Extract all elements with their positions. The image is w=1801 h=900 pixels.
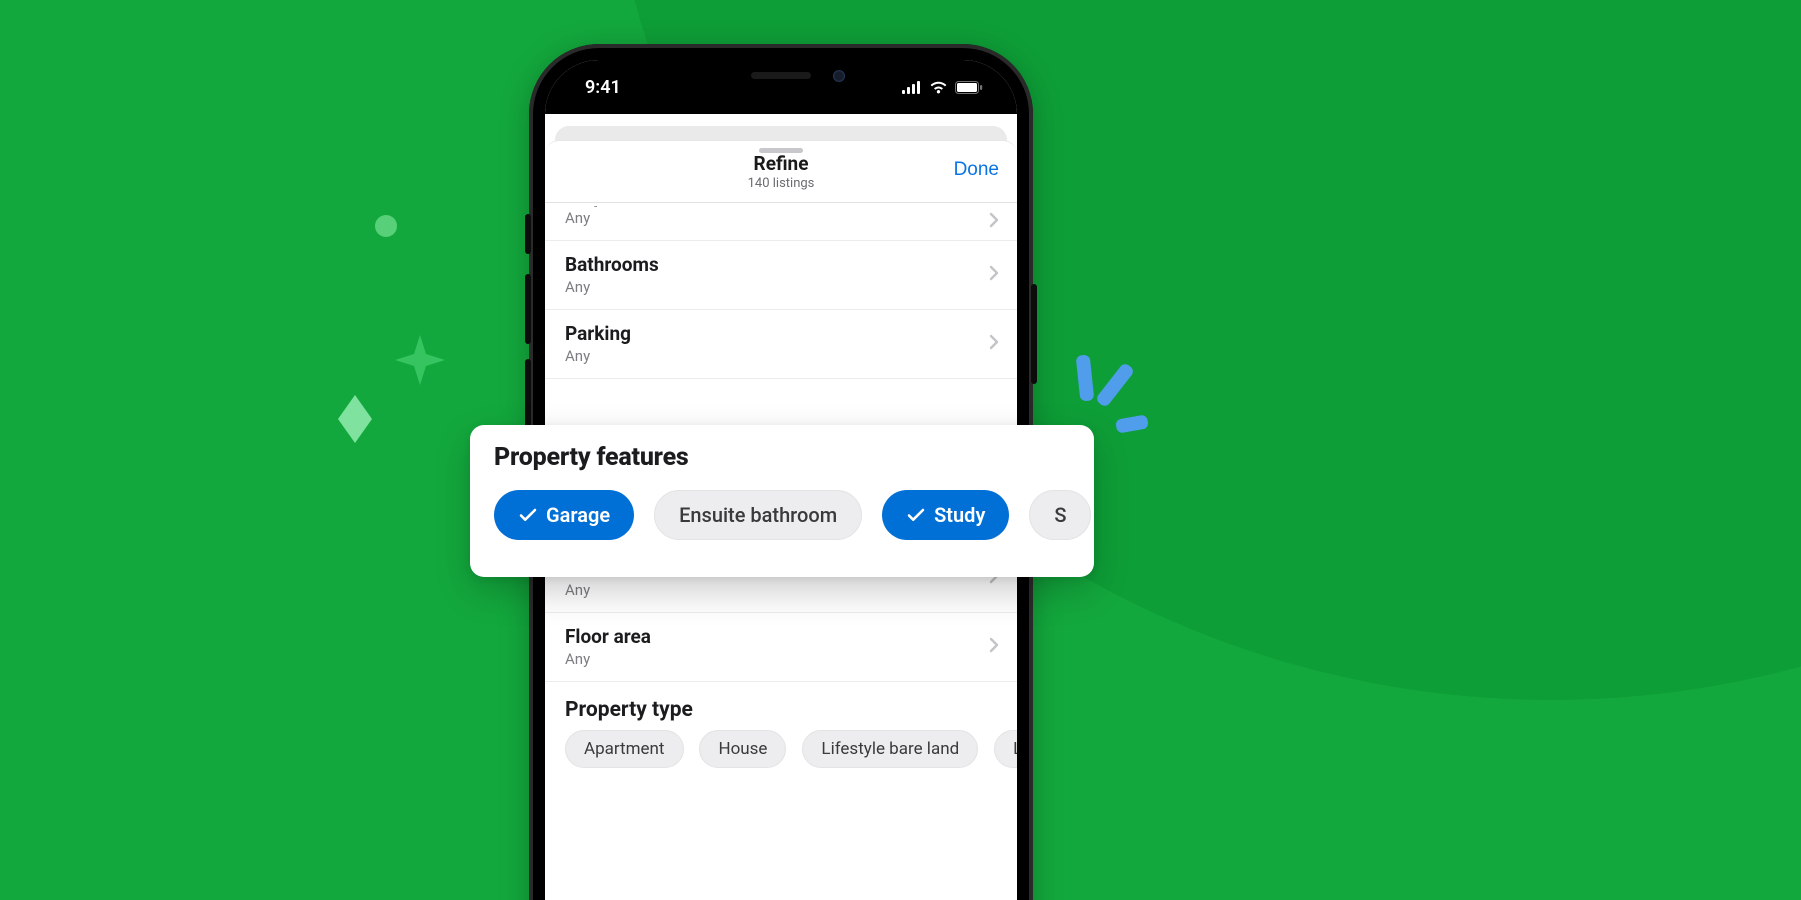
pill-label: S [1054, 503, 1066, 527]
sparkle-star-icon [395, 335, 445, 385]
filter-value: Any [565, 650, 997, 668]
filter-value: Any [565, 209, 997, 227]
feature-pill-overflow[interactable]: S [1029, 490, 1091, 540]
status-time: 9:41 [585, 77, 621, 98]
filter-row-floor-area[interactable]: Floor area Any [545, 613, 1017, 682]
promo-background: 9:41 Refine [0, 0, 1801, 900]
sheet-title: Refine [748, 152, 815, 175]
filter-row-bedrooms[interactable]: Bedrooms Any [545, 203, 1017, 241]
filter-row-bathrooms[interactable]: Bathrooms Any [545, 241, 1017, 310]
burst-accent-icon [1078, 355, 1178, 445]
filter-value: Any [565, 581, 997, 599]
property-type-chip[interactable]: Lifestyle [994, 730, 1017, 768]
property-type-heading: Property type [545, 682, 1017, 730]
phone-power-button [1031, 284, 1037, 384]
feature-pill-row: Garage Ensuite bathroom Study S [494, 490, 1094, 540]
filter-label: Bedrooms [565, 203, 997, 207]
chevron-right-icon [989, 334, 999, 354]
chevron-right-icon [989, 637, 999, 657]
phone-notch [671, 60, 891, 94]
filter-label: Floor area [565, 625, 997, 648]
filter-label: Bathrooms [565, 253, 997, 276]
filter-row-parking[interactable]: Parking Any [545, 310, 1017, 379]
property-features-card: Property features Garage Ensuite bathroo… [470, 425, 1094, 577]
sparkle-diamond-icon [338, 395, 372, 443]
check-icon [518, 505, 538, 525]
phone-volume-up [525, 274, 531, 344]
filter-value: Any [565, 347, 997, 365]
done-button[interactable]: Done [954, 159, 999, 181]
feature-pill-ensuite[interactable]: Ensuite bathroom [654, 490, 862, 540]
sheet-subtitle: 140 listings [748, 176, 815, 191]
battery-icon [955, 81, 983, 94]
chevron-right-icon [989, 265, 999, 285]
wifi-icon [929, 81, 948, 94]
feature-pill-garage[interactable]: Garage [494, 490, 634, 540]
property-type-chip[interactable]: Apartment [565, 730, 684, 768]
property-type-chip[interactable]: Lifestyle bare land [802, 730, 978, 768]
feature-pill-study[interactable]: Study [882, 490, 1009, 540]
sparkle-dot-icon [375, 215, 397, 237]
filter-label: Parking [565, 322, 997, 345]
pill-label: Study [934, 503, 985, 527]
chevron-right-icon [989, 212, 999, 232]
property-features-heading: Property features [494, 443, 1094, 472]
phone-mute-switch [525, 214, 531, 254]
pill-label: Garage [546, 503, 610, 527]
check-icon [906, 505, 926, 525]
phone-volume-down [525, 359, 531, 429]
filter-value: Any [565, 278, 997, 296]
pill-label: Ensuite bathroom [679, 503, 837, 527]
sheet-header: Refine 140 listings Done [545, 141, 1017, 203]
cellular-signal-icon [902, 81, 922, 94]
property-type-chips: Apartment House Lifestyle bare land Life… [545, 730, 1017, 778]
property-type-chip[interactable]: House [699, 730, 786, 768]
